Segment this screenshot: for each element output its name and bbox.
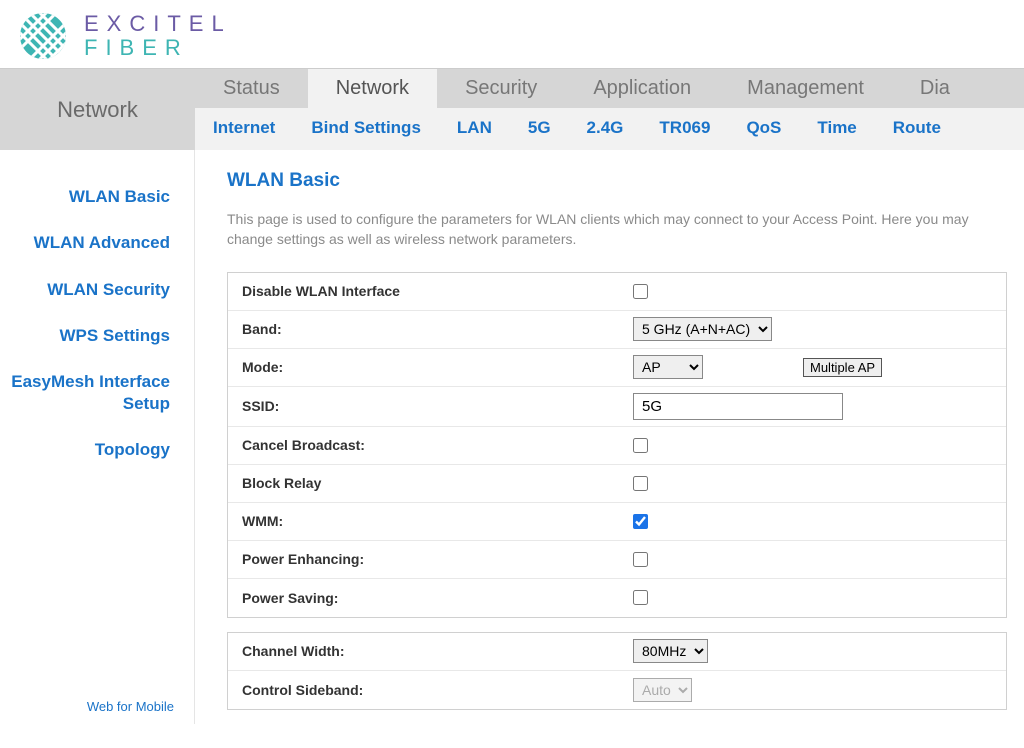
row-wmm: WMM: bbox=[228, 503, 1006, 541]
main-panel: WLAN Basic This page is used to configur… bbox=[195, 150, 1024, 723]
label-ssid: SSID: bbox=[228, 390, 623, 422]
label-power-saving: Power Saving: bbox=[228, 582, 623, 614]
label-wmm: WMM: bbox=[228, 505, 623, 537]
select-channel-width[interactable]: 80MHz bbox=[633, 639, 708, 663]
tab-diagnostics[interactable]: Dia bbox=[892, 69, 978, 108]
subtab-5g[interactable]: 5G bbox=[510, 114, 569, 142]
subtab-tr069[interactable]: TR069 bbox=[641, 114, 728, 142]
tab-management[interactable]: Management bbox=[719, 69, 892, 108]
tab-network[interactable]: Network bbox=[308, 69, 437, 108]
label-band: Band: bbox=[228, 313, 623, 345]
form-block-2: Channel Width: 80MHz Control Sideband: A… bbox=[227, 632, 1007, 710]
sidebar-item-wps-settings[interactable]: WPS Settings bbox=[0, 313, 178, 359]
select-mode[interactable]: AP bbox=[633, 355, 703, 379]
brand-logo-icon bbox=[20, 13, 66, 59]
form-block-1: Disable WLAN Interface Band: 5 GHz (A+N+… bbox=[227, 272, 1007, 618]
sidebar-item-topology[interactable]: Topology bbox=[0, 427, 178, 473]
topnav-section-label: Network bbox=[0, 69, 195, 150]
content: WLAN Basic WLAN Advanced WLAN Security W… bbox=[0, 150, 1024, 723]
select-band[interactable]: 5 GHz (A+N+AC) bbox=[633, 317, 772, 341]
sidebar-item-easymesh[interactable]: EasyMesh Interface Setup bbox=[0, 359, 178, 427]
page-description: This page is used to configure the param… bbox=[227, 210, 1007, 249]
checkbox-power-saving[interactable] bbox=[633, 590, 648, 605]
label-power-enhancing: Power Enhancing: bbox=[228, 543, 623, 575]
brand-line1: EXCITEL bbox=[84, 12, 232, 36]
label-disable-wlan: Disable WLAN Interface bbox=[228, 275, 623, 307]
input-ssid[interactable] bbox=[633, 393, 843, 420]
tab-security[interactable]: Security bbox=[437, 69, 565, 108]
checkbox-cancel-broadcast[interactable] bbox=[633, 438, 648, 453]
subtab-lan[interactable]: LAN bbox=[439, 114, 510, 142]
top-nav: Network Status Network Security Applicat… bbox=[0, 68, 1024, 150]
subtab-bind-settings[interactable]: Bind Settings bbox=[293, 114, 439, 142]
sidebar: WLAN Basic WLAN Advanced WLAN Security W… bbox=[0, 150, 195, 723]
row-mode: Mode: AP Multiple AP bbox=[228, 349, 1006, 387]
row-power-enhancing: Power Enhancing: bbox=[228, 541, 1006, 579]
sidebar-item-wlan-basic[interactable]: WLAN Basic bbox=[0, 174, 178, 220]
select-control-sideband: Auto bbox=[633, 678, 692, 702]
row-ssid: SSID: bbox=[228, 387, 1006, 427]
multiple-ap-button[interactable]: Multiple AP bbox=[803, 358, 882, 377]
row-channel-width: Channel Width: 80MHz bbox=[228, 633, 1006, 671]
subtab-internet[interactable]: Internet bbox=[195, 114, 293, 142]
header: EXCITEL FIBER bbox=[0, 0, 1024, 68]
row-block-relay: Block Relay bbox=[228, 465, 1006, 503]
label-mode: Mode: bbox=[228, 351, 623, 383]
main-tabs: Status Network Security Application Mana… bbox=[195, 69, 1024, 108]
subtab-2-4g[interactable]: 2.4G bbox=[569, 114, 642, 142]
row-power-saving: Power Saving: bbox=[228, 579, 1006, 617]
row-band: Band: 5 GHz (A+N+AC) bbox=[228, 311, 1006, 349]
brand-line2: FIBER bbox=[84, 36, 232, 60]
checkbox-block-relay[interactable] bbox=[633, 476, 648, 491]
checkbox-wmm[interactable] bbox=[633, 514, 648, 529]
sub-tabs: Internet Bind Settings LAN 5G 2.4G TR069… bbox=[195, 108, 1024, 150]
subtab-time[interactable]: Time bbox=[799, 114, 874, 142]
label-cancel-broadcast: Cancel Broadcast: bbox=[228, 429, 623, 461]
topnav-right: Status Network Security Application Mana… bbox=[195, 69, 1024, 150]
sidebar-web-for-mobile[interactable]: Web for Mobile bbox=[87, 699, 174, 714]
label-control-sideband: Control Sideband: bbox=[228, 674, 623, 706]
label-block-relay: Block Relay bbox=[228, 467, 623, 499]
tab-status[interactable]: Status bbox=[195, 69, 308, 108]
row-disable-wlan: Disable WLAN Interface bbox=[228, 273, 1006, 311]
subtab-route[interactable]: Route bbox=[875, 114, 959, 142]
logo-area: EXCITEL FIBER bbox=[20, 12, 232, 60]
row-control-sideband: Control Sideband: Auto bbox=[228, 671, 1006, 709]
label-channel-width: Channel Width: bbox=[228, 635, 623, 667]
sidebar-item-wlan-security[interactable]: WLAN Security bbox=[0, 267, 178, 313]
brand-text: EXCITEL FIBER bbox=[84, 12, 232, 60]
checkbox-disable-wlan[interactable] bbox=[633, 284, 648, 299]
sidebar-item-wlan-advanced[interactable]: WLAN Advanced bbox=[0, 220, 178, 266]
page-title: WLAN Basic bbox=[227, 170, 1024, 192]
tab-application[interactable]: Application bbox=[565, 69, 719, 108]
row-cancel-broadcast: Cancel Broadcast: bbox=[228, 427, 1006, 465]
subtab-qos[interactable]: QoS bbox=[728, 114, 799, 142]
checkbox-power-enhancing[interactable] bbox=[633, 552, 648, 567]
